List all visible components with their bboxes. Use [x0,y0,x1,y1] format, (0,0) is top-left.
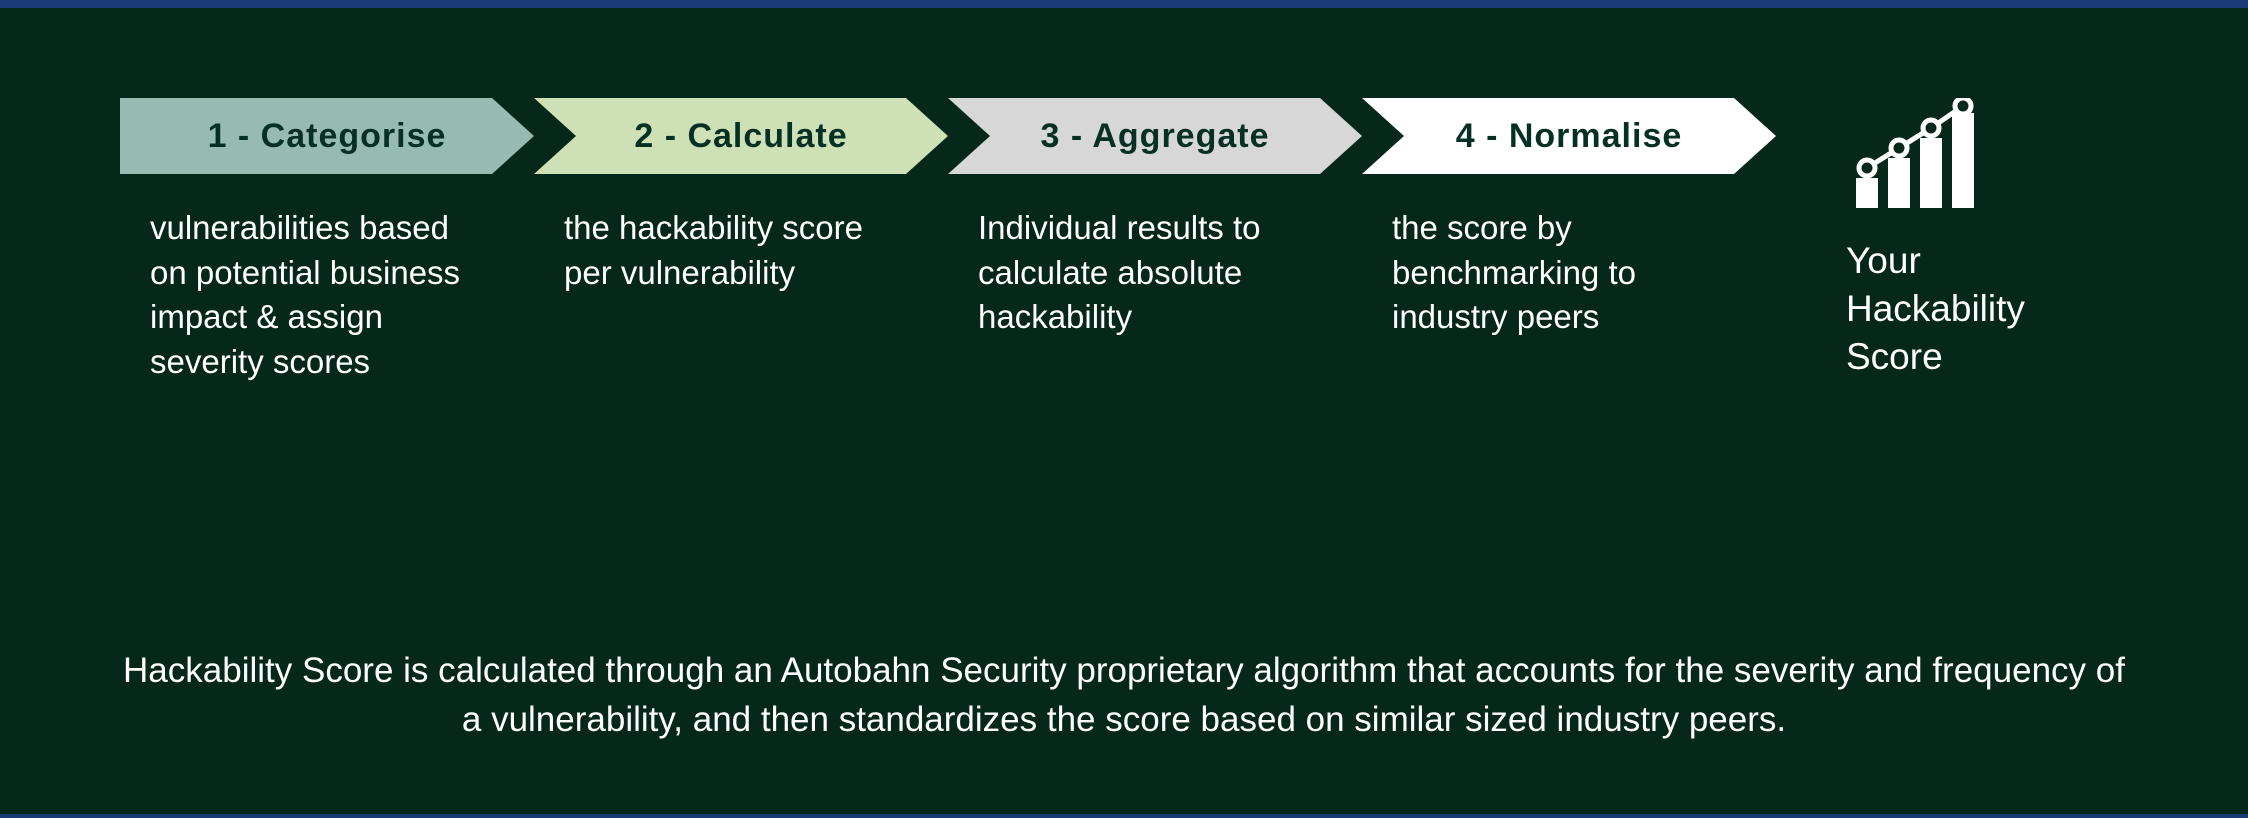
diagram-container: 1 - Categorise vulnerabilities based on … [0,8,2248,814]
bar-chart-growth-icon [1846,98,1986,208]
step-3: 3 - Aggregate Individual results to calc… [948,98,1362,340]
step-4-description: the score by benchmarking to industry pe… [1392,206,1712,340]
step-4: 4 - Normalise the score by benchmarking … [1362,98,1776,340]
step-4-label: 4 - Normalise [1456,117,1683,156]
step-1: 1 - Categorise vulnerabilities based on … [120,98,534,384]
step-1-arrow: 1 - Categorise [120,98,534,174]
step-2-description: the hackability score per vulnerability [564,206,884,295]
step-2-label: 2 - Calculate [634,117,847,156]
step-1-description: vulnerabilities based on potential busin… [150,206,470,384]
process-row: 1 - Categorise vulnerabilities based on … [120,98,2106,384]
step-3-label: 3 - Aggregate [1040,117,1269,156]
step-1-label: 1 - Categorise [208,117,447,156]
footer-description: Hackability Score is calculated through … [0,646,2248,744]
step-4-arrow: 4 - Normalise [1362,98,1776,174]
step-2: 2 - Calculate the hackability score per … [534,98,948,295]
step-3-description: Individual results to calculate absolute… [978,206,1298,340]
result-block: Your Hackability Score [1846,98,2106,381]
result-label: Your Hackability Score [1846,237,2106,381]
step-3-arrow: 3 - Aggregate [948,98,1362,174]
step-2-arrow: 2 - Calculate [534,98,948,174]
